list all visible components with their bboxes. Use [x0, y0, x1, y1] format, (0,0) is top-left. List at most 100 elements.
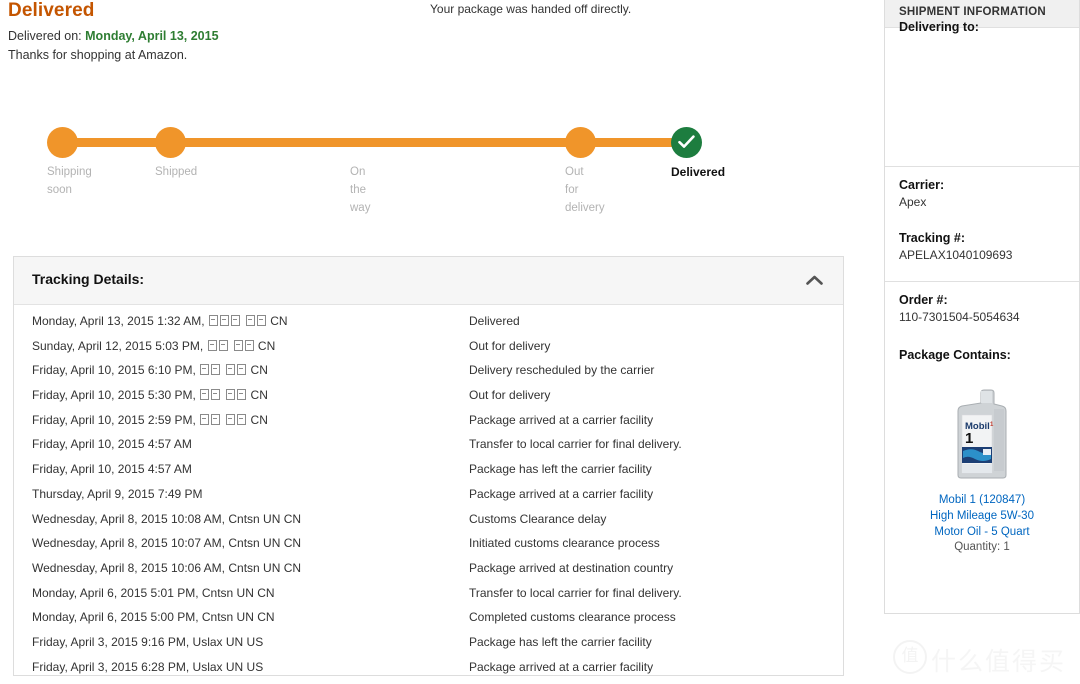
tracking-details-header[interactable]: Tracking Details:: [14, 257, 843, 305]
delivered-on-label: Delivered on:: [8, 29, 82, 43]
table-row: Sunday, April 12, 2015 5:03 PM, CN Out fo…: [14, 339, 843, 364]
table-row: Friday, April 3, 2015 9:16 PM, Uslax UN …: [14, 635, 843, 660]
tracking-events-list: Monday, April 13, 2015 1:32 AM, CN Delive…: [14, 305, 843, 684]
handoff-note: Your package was handed off directly.: [430, 2, 632, 16]
tracking-number-value: APELAX1040109693: [899, 248, 1013, 262]
svg-text:1: 1: [965, 430, 973, 447]
missing-glyph-box: [219, 315, 229, 326]
event-description: Transfer to local carrier for final deli…: [469, 585, 682, 600]
tracker-step-delivered: Delivered: [671, 127, 725, 179]
carrier-label: Carrier:: [899, 178, 945, 192]
product-title-line-2[interactable]: High Mileage 5W-30: [885, 508, 1079, 524]
event-description: Out for delivery: [469, 388, 551, 403]
sidebar-divider-1: [885, 166, 1079, 167]
product-title-line-1[interactable]: Mobil 1 (120847): [885, 492, 1079, 508]
table-row: Monday, April 6, 2015 5:01 PM, Cntsn UN …: [14, 586, 843, 611]
product-item[interactable]: Mobil 1 1 Mobil 1 (120847) High Mileage …: [885, 385, 1079, 553]
missing-glyph-box: [245, 315, 255, 326]
carrier-value: Apex: [899, 195, 927, 209]
event-description: Package arrived at destination country: [469, 560, 674, 575]
missing-glyph-box: [208, 315, 218, 326]
delivered-on-line: Delivered on: Monday, April 13, 2015: [8, 29, 219, 43]
shipment-information-sidebar: SHIPMENT INFORMATION Delivering to: Carr…: [884, 0, 1080, 614]
missing-glyph-box: [200, 389, 210, 401]
event-timestamp: Friday, April 3, 2015 9:16 PM, Uslax UN …: [32, 634, 264, 649]
tracking-number-label: Tracking #:: [899, 231, 965, 245]
missing-glyph-box: [200, 364, 210, 376]
sidebar-divider-2: [885, 281, 1079, 282]
missing-glyph-box: [200, 413, 210, 425]
event-description: Delivery rescheduled by the carrier: [469, 363, 655, 378]
order-tracking-page: Delivered Delivered on: Monday, April 13…: [0, 0, 1080, 683]
table-row: Thursday, April 9, 2015 7:49 PM Package a…: [14, 487, 843, 512]
event-timestamp: Friday, April 10, 2015 4:57 AM: [32, 462, 192, 477]
product-quantity: Quantity: 1: [954, 541, 1010, 553]
table-row: Monday, April 13, 2015 1:32 AM, CN Delive…: [14, 314, 843, 339]
table-row: Friday, April 3, 2015 6:28 PM, Uslax UN …: [14, 660, 843, 684]
event-timestamp: Friday, April 10, 2015 6:10 PM, CN: [32, 363, 268, 378]
event-timestamp: Sunday, April 12, 2015 5:03 PM, CN: [32, 338, 276, 353]
tracker-step-out-for-delivery: Out for delivery: [565, 127, 605, 214]
product-title-line-3[interactable]: Motor Oil - 5 Quart: [885, 524, 1079, 540]
mobil-1-motor-oil-jug-image[interactable]: Mobil 1 1: [950, 385, 1014, 479]
missing-glyph-box: [256, 315, 266, 326]
tracking-details-panel: Tracking Details: Monday, April 13, 2015…: [13, 256, 844, 676]
check-icon: [678, 135, 695, 148]
event-timestamp: Friday, April 3, 2015 6:28 PM, Uslax UN …: [32, 659, 264, 674]
order-number-value: 110-7301504-5054634: [899, 310, 1020, 324]
event-timestamp: Wednesday, April 8, 2015 10:06 AM, Cntsn…: [32, 560, 302, 575]
check-circle-icon: [671, 127, 702, 158]
table-row: Friday, April 10, 2015 2:59 PM, CN Packag…: [14, 413, 843, 438]
event-timestamp: Wednesday, April 8, 2015 10:07 AM, Cntsn…: [32, 536, 302, 551]
order-number-block: Order #: 110-7301504-5054634: [899, 293, 1020, 324]
missing-glyph-box: [237, 413, 247, 425]
missing-glyph-box: [226, 364, 236, 376]
missing-glyph-box: [207, 339, 217, 351]
page-title: Delivered: [8, 0, 95, 21]
watermark-logo-icon: 值: [893, 640, 927, 674]
event-timestamp: Friday, April 10, 2015 4:57 AM: [32, 437, 192, 452]
missing-glyph-box: [237, 389, 247, 401]
delivered-on-date: Monday, April 13, 2015: [85, 29, 219, 43]
table-row: Wednesday, April 8, 2015 10:08 AM, Cntsn…: [14, 512, 843, 537]
missing-glyph-box: [226, 389, 236, 401]
package-contains-block: Package Contains:: [899, 348, 1011, 362]
chevron-up-icon[interactable]: [806, 273, 823, 291]
tracker-label-on-the-way: On the way: [350, 166, 371, 214]
sidebar-header-title: SHIPMENT INFORMATION: [899, 6, 1046, 18]
event-timestamp: Monday, April 6, 2015 5:01 PM, Cntsn UN …: [32, 585, 275, 600]
missing-glyph-box: [211, 413, 221, 425]
event-timestamp: Wednesday, April 8, 2015 10:08 AM, Cntsn…: [32, 511, 302, 526]
package-contains-label: Package Contains:: [899, 348, 1011, 362]
event-timestamp: Monday, April 13, 2015 1:32 AM, CN: [32, 314, 288, 328]
event-description: Package has left the carrier facility: [469, 634, 652, 649]
event-timestamp: Friday, April 10, 2015 5:30 PM, CN: [32, 388, 268, 403]
table-row: Friday, April 10, 2015 6:10 PM, CN Delive…: [14, 363, 843, 388]
event-description: Package arrived at a carrier facility: [469, 486, 654, 501]
tracker-step-shipped: Shipped: [155, 127, 197, 178]
main-content: Delivered Delivered on: Monday, April 13…: [0, 0, 868, 683]
site-watermark: 值 什么值得买: [893, 638, 1073, 676]
event-timestamp: Monday, April 6, 2015 5:00 PM, Cntsn UN …: [32, 610, 275, 625]
missing-glyph-box: [237, 364, 247, 376]
table-row: Friday, April 10, 2015 4:57 AM Transfer t…: [14, 437, 843, 462]
event-description: Initiated customs clearance process: [469, 536, 660, 551]
missing-glyph-box: [211, 389, 221, 401]
table-row: Monday, April 6, 2015 5:00 PM, Cntsn UN …: [14, 610, 843, 635]
delivering-to-block: Delivering to:: [899, 20, 979, 137]
event-description: Delivered: [469, 314, 520, 328]
event-description: Completed customs clearance process: [469, 610, 676, 625]
missing-glyph-box: [218, 339, 228, 351]
delivering-to-address: [899, 37, 979, 137]
tracker-dot-shipped: [155, 127, 186, 158]
table-row: Friday, April 10, 2015 5:30 PM, CN Out fo…: [14, 388, 843, 413]
tracker-dot-out-for-delivery: [565, 127, 596, 158]
product-title[interactable]: Mobil 1 (120847) High Mileage 5W-30 Moto…: [885, 492, 1079, 540]
carrier-block: Carrier: Apex: [899, 178, 944, 209]
event-description: Package has left the carrier facility: [469, 462, 652, 477]
missing-glyph-box: [230, 315, 240, 326]
tracker-label-delivered: Delivered: [671, 165, 726, 179]
tracker-step-shipping-soon: Shipping soon: [47, 127, 92, 196]
missing-glyph-box: [233, 339, 243, 351]
table-row: Wednesday, April 8, 2015 10:07 AM, Cntsn…: [14, 536, 843, 561]
